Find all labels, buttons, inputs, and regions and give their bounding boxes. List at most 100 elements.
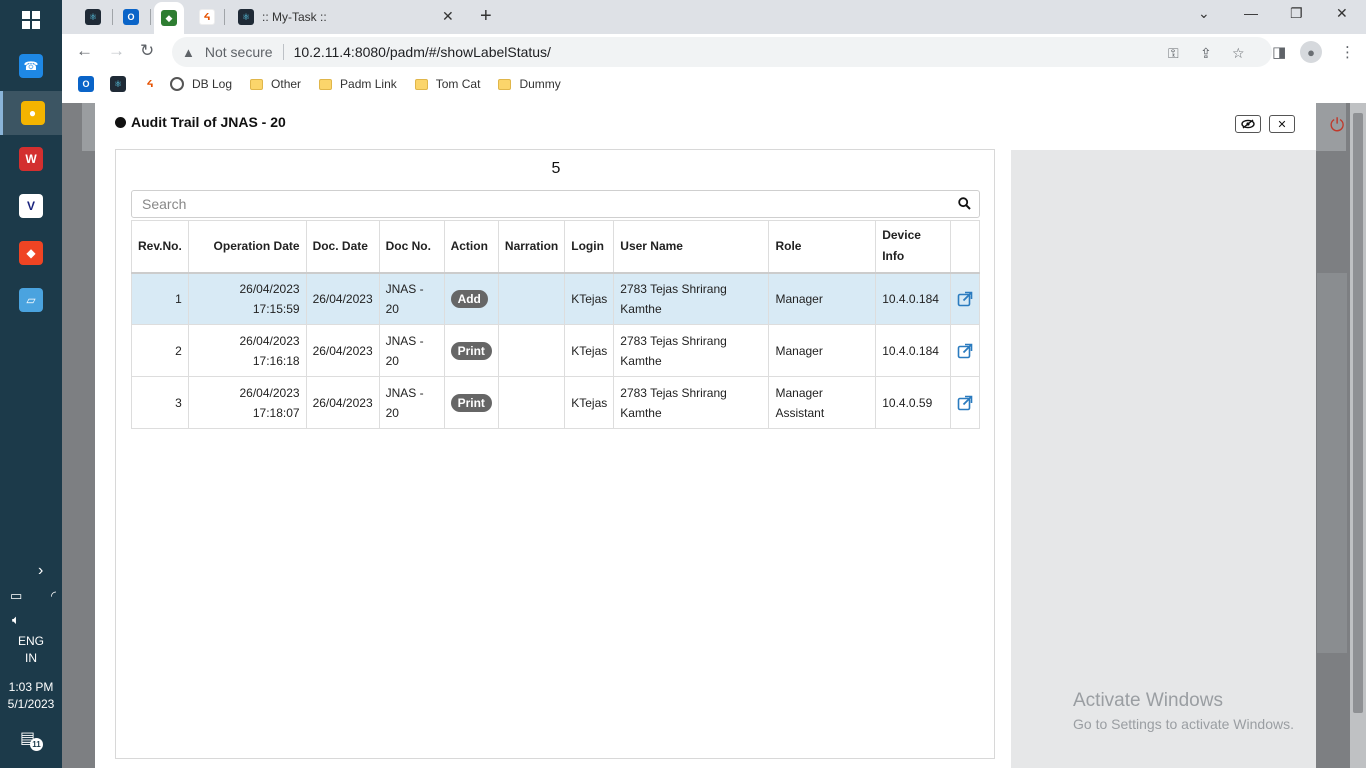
col-narration[interactable]: Narration: [497, 220, 566, 274]
tab-red-app[interactable]: ᔦ: [192, 6, 222, 28]
forward-button[interactable]: →: [108, 42, 125, 60]
col-device-info[interactable]: Device Info: [875, 220, 951, 274]
col-login[interactable]: Login: [564, 220, 615, 274]
page-scrollbar[interactable]: [1350, 103, 1366, 768]
volume-icon[interactable]: 🔈︎: [12, 612, 20, 628]
col-action[interactable]: Action: [443, 220, 499, 274]
start-button[interactable]: [0, 0, 62, 40]
search-input[interactable]: [142, 196, 942, 212]
background-table-fragment: [1317, 273, 1347, 653]
rev-no: 1: [175, 291, 182, 306]
scrollbar-thumb[interactable]: [1353, 113, 1363, 713]
col-user-name[interactable]: User Name: [613, 220, 770, 274]
bookmark-other[interactable]: Other: [250, 77, 301, 91]
cell-doc-date: 26/04/2023: [305, 376, 380, 429]
side-panel-icon[interactable]: ◨: [1272, 43, 1286, 61]
power-icon[interactable]: ⏻: [1330, 115, 1344, 136]
outlook-bookmark-icon[interactable]: O: [78, 76, 94, 92]
clock[interactable]: 1:03 PM 5/1/2023: [0, 679, 62, 713]
col-rev-no[interactable]: Rev.No.: [131, 220, 189, 274]
login: KTejas: [571, 395, 608, 410]
record-count: 5: [551, 160, 561, 177]
close-window-button[interactable]: ✕: [1336, 5, 1348, 22]
action-badge: Print: [450, 393, 492, 412]
wifi-icon[interactable]: ◜: [51, 588, 56, 604]
external-link-icon[interactable]: [957, 395, 973, 411]
operation-time: 17:15:59: [252, 301, 300, 316]
modal-title-text: Audit Trail of JNAS - 20: [131, 114, 286, 130]
taskbar-app-phone[interactable]: ☎: [0, 44, 62, 88]
cell-narration: [497, 272, 566, 325]
external-link-icon[interactable]: [957, 343, 973, 359]
tab-search-icon[interactable]: ⌄: [1198, 5, 1210, 22]
address-bar[interactable]: ▲ Not secure 10.2.11.4:8080/padm/#/showL…: [172, 37, 1272, 67]
cell-device-info: 10.4.0.184: [875, 272, 951, 325]
col-role[interactable]: Role: [768, 220, 877, 274]
anydesk-icon: ◆: [19, 241, 43, 265]
taskbar-app-wps[interactable]: W: [0, 137, 62, 181]
operation-date: 26/04/2023: [239, 333, 300, 348]
phone-icon: ☎: [19, 54, 43, 78]
language-indicator[interactable]: ENG IN: [0, 633, 62, 667]
globe-icon: [170, 77, 184, 91]
minimize-button[interactable]: —: [1244, 5, 1258, 21]
doc-no: JNAS - 20: [385, 333, 424, 368]
new-tab-button[interactable]: +: [480, 6, 492, 26]
table-row[interactable]: 1 26/04/2023 17:15:59 26/04/2023 JNAS - 20 Ad…: [131, 272, 981, 325]
user-name: 2783 Tejas Shrirang Kamthe: [620, 281, 727, 316]
notification-center-icon[interactable]: ▤ 11: [20, 728, 44, 752]
cell-narration: [497, 324, 566, 377]
app-bookmark-icon[interactable]: ᔦ: [142, 76, 158, 92]
tray-expand-icon[interactable]: ›: [38, 562, 43, 580]
cell-open[interactable]: [949, 272, 981, 325]
taskbar-app-chrome[interactable]: ●: [0, 91, 62, 135]
cell-action: Print: [443, 376, 499, 429]
taskbar-app-anydesk[interactable]: ◆: [0, 231, 62, 275]
tab-close-icon[interactable]: ✕: [442, 8, 454, 25]
tab-my-task[interactable]: ⚛ :: My-Task ::: [228, 6, 460, 28]
hide-eye-button[interactable]: [1235, 115, 1261, 133]
react-bookmark-icon[interactable]: ⚛: [110, 76, 126, 92]
red-app-favicon-icon: ᔦ: [199, 9, 215, 25]
password-key-icon[interactable]: ⚿: [1168, 45, 1179, 62]
taskbar-app-vnc[interactable]: V: [0, 184, 62, 228]
bookmark-label: DB Log: [192, 77, 233, 91]
external-link-icon[interactable]: [957, 291, 973, 307]
close-modal-button[interactable]: ✕: [1269, 115, 1295, 133]
role: Manager: [775, 343, 823, 358]
battery-icon[interactable]: ▭: [10, 588, 22, 604]
cell-open[interactable]: [949, 376, 981, 429]
menu-icon[interactable]: ⋮: [1340, 43, 1355, 61]
tab-outlook[interactable]: O: [116, 6, 146, 28]
tab-active-app[interactable]: ◆: [154, 2, 184, 34]
table-row[interactable]: 2 26/04/2023 17:16:18 26/04/2023 JNAS - 20 Pr…: [131, 324, 981, 377]
react-favicon-icon: ⚛: [238, 9, 254, 25]
col-operation-date[interactable]: Operation Date: [187, 220, 307, 274]
tab-react-1[interactable]: ⚛: [78, 6, 108, 28]
reload-button[interactable]: ↻: [140, 42, 154, 60]
cell-open[interactable]: [949, 324, 981, 377]
bookmark-padm-link[interactable]: Padm Link: [319, 77, 397, 91]
bookmarks-bar: O ⚛ ᔦ DB Log Other Padm Link Tom Cat Dummy: [62, 70, 1366, 98]
warning-icon[interactable]: ▲: [182, 45, 195, 60]
audit-trail-modal: Audit Trail of JNAS - 20 ✕ 5 Rev.No. Ope…: [95, 103, 1316, 768]
share-icon[interactable]: ⇪: [1200, 45, 1212, 62]
taskbar-app-app-blue[interactable]: ▱: [0, 278, 62, 322]
restore-button[interactable]: ❐: [1290, 5, 1303, 22]
bookmark-star-icon[interactable]: ☆: [1232, 45, 1245, 62]
col-doc-date[interactable]: Doc. Date: [305, 220, 380, 274]
url-text[interactable]: 10.2.11.4:8080/padm/#/showLabelStatus/: [294, 44, 551, 60]
col-open: [949, 220, 981, 274]
table-header-row: Rev.No. Operation Date Doc. Date Doc No.…: [131, 220, 981, 274]
device-info: 10.4.0.184: [882, 343, 939, 358]
security-label[interactable]: Not secure: [205, 44, 273, 60]
col-doc-no[interactable]: Doc No.: [378, 220, 445, 274]
bookmark-label: Other: [271, 77, 302, 91]
bookmark-dummy[interactable]: Dummy: [498, 77, 561, 91]
search-icon[interactable]: [958, 197, 971, 210]
bookmark-db-log[interactable]: DB Log: [170, 77, 232, 91]
back-button[interactable]: ←: [76, 42, 93, 60]
profile-avatar[interactable]: ●: [1300, 41, 1322, 63]
bookmark-tom-cat[interactable]: Tom Cat: [414, 77, 480, 91]
table-row[interactable]: 3 26/04/2023 17:18:07 26/04/2023 JNAS - 20 Pr…: [131, 376, 981, 429]
